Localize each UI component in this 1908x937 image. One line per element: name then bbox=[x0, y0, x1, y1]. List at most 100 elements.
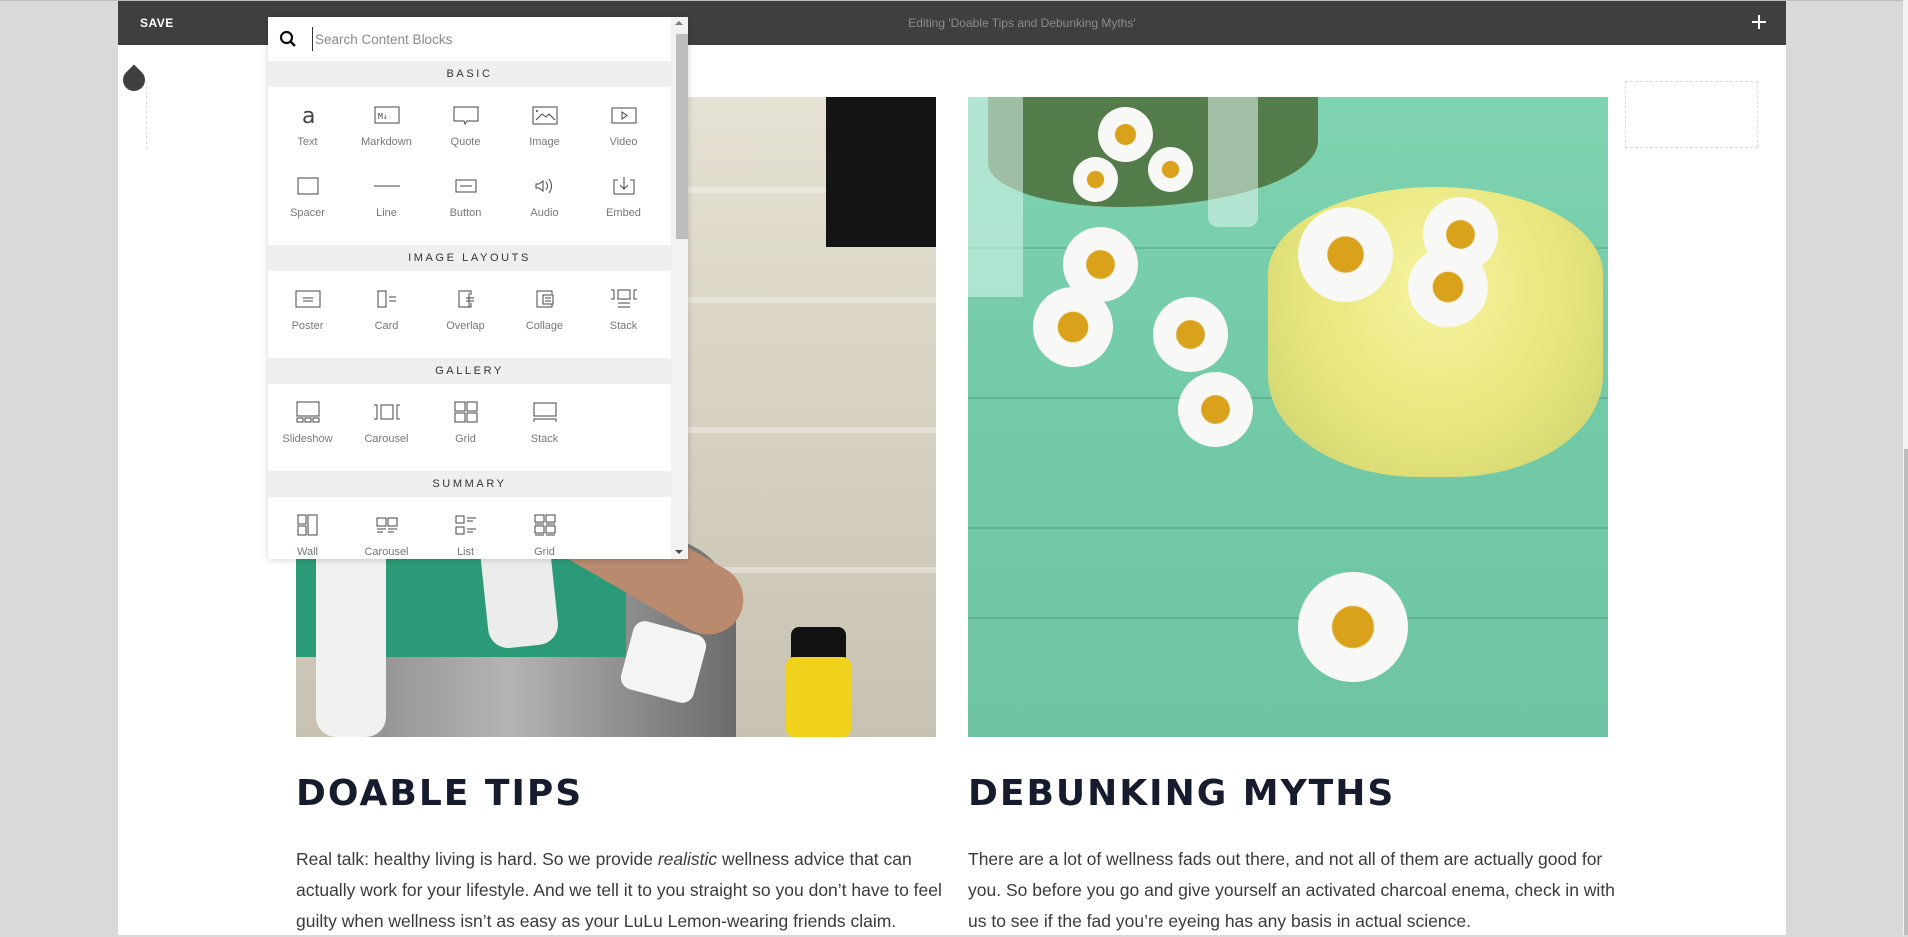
insert-point-handle[interactable] bbox=[118, 64, 150, 96]
spacer-icon bbox=[297, 177, 318, 195]
block-list: BASIC a Text M↓ Markdown Quote Image Vid… bbox=[268, 61, 671, 559]
body-emphasis: realistic bbox=[657, 849, 718, 869]
section-header-summary: SUMMARY bbox=[268, 471, 671, 497]
section-basic: a Text M↓ Markdown Quote Image Video Spa… bbox=[268, 87, 671, 245]
block-label: Stack bbox=[530, 433, 559, 445]
picker-scrollbar[interactable] bbox=[671, 17, 688, 559]
summary-carousel-icon bbox=[376, 517, 397, 533]
photo-detail bbox=[1148, 147, 1193, 192]
section-header-basic: BASIC bbox=[268, 61, 671, 87]
collage-icon bbox=[536, 290, 553, 308]
overlap-icon bbox=[458, 290, 474, 308]
block-text[interactable]: a Text bbox=[268, 93, 347, 164]
scroll-up-arrow-icon[interactable] bbox=[675, 21, 683, 25]
photo-detail bbox=[1178, 372, 1253, 447]
block-label: Image bbox=[529, 136, 560, 148]
block-label: Line bbox=[376, 207, 397, 219]
block-label: Text bbox=[297, 136, 318, 148]
summary-grid-icon bbox=[534, 514, 555, 536]
block-search-input[interactable] bbox=[312, 27, 652, 51]
block-collage[interactable]: Collage bbox=[505, 277, 584, 348]
photo-detail bbox=[1298, 207, 1393, 302]
svg-text:M↓: M↓ bbox=[378, 112, 388, 121]
block-label: Slideshow bbox=[282, 433, 333, 445]
photo-detail bbox=[1098, 107, 1153, 162]
photo-detail bbox=[968, 527, 1608, 529]
block-quote[interactable]: Quote bbox=[426, 93, 505, 164]
block-image[interactable]: Image bbox=[505, 93, 584, 164]
plus-icon bbox=[1752, 15, 1766, 29]
block-summary-carousel[interactable]: Carousel bbox=[347, 503, 426, 559]
add-section-button[interactable] bbox=[1746, 9, 1772, 35]
page-scrollbar[interactable] bbox=[1903, 0, 1908, 935]
block-carousel[interactable]: Carousel bbox=[347, 390, 426, 461]
block-slideshow[interactable]: Slideshow bbox=[268, 390, 347, 461]
page-frame: SAVE Editing 'Doable Tips and Debunking … bbox=[118, 1, 1786, 935]
section-gallery: Slideshow Carousel Grid Stack bbox=[268, 384, 671, 471]
photo-detail bbox=[826, 97, 936, 247]
section-header-gallery: GALLERY bbox=[268, 358, 671, 384]
picker-scroll-thumb[interactable] bbox=[676, 34, 688, 239]
line-icon bbox=[373, 185, 400, 187]
grid-icon bbox=[454, 401, 477, 423]
block-label: Stack bbox=[609, 320, 638, 332]
block-list[interactable]: List bbox=[426, 503, 505, 559]
block-label: Grid bbox=[534, 546, 555, 558]
button-icon bbox=[455, 179, 476, 193]
block-summary-grid[interactable]: Grid bbox=[505, 503, 584, 559]
block-line[interactable]: Line bbox=[347, 164, 426, 235]
poster-icon bbox=[295, 290, 320, 308]
block-label: Quote bbox=[450, 136, 481, 148]
insert-guide-line bbox=[146, 81, 147, 149]
block-label: Card bbox=[374, 320, 399, 332]
audio-icon bbox=[535, 178, 552, 194]
block-card[interactable]: Card bbox=[347, 277, 426, 348]
photo-detail bbox=[988, 97, 1318, 207]
block-markdown[interactable]: M↓ Markdown bbox=[347, 93, 426, 164]
block-poster[interactable]: Poster bbox=[268, 277, 347, 348]
section-summary: Wall Carousel List Grid bbox=[268, 497, 671, 559]
photo-detail bbox=[1208, 97, 1258, 227]
content-block-picker: BASIC a Text M↓ Markdown Quote Image bbox=[268, 17, 688, 559]
photo-detail bbox=[1033, 287, 1113, 367]
photo-detail bbox=[968, 617, 1608, 619]
block-button[interactable]: Button bbox=[426, 164, 505, 235]
block-embed[interactable]: Embed bbox=[584, 164, 663, 235]
quote-icon bbox=[453, 106, 478, 126]
block-label: Spacer bbox=[290, 207, 325, 219]
block-label: Video bbox=[609, 136, 638, 148]
card-image[interactable] bbox=[968, 97, 1608, 737]
image-icon bbox=[532, 106, 557, 125]
card-icon bbox=[377, 290, 396, 308]
page-scroll-thumb[interactable] bbox=[1904, 449, 1908, 935]
markdown-icon: M↓ bbox=[374, 106, 399, 124]
photo-detail bbox=[1408, 247, 1488, 327]
block-label: Overlap bbox=[446, 320, 485, 332]
stack-gallery-icon bbox=[533, 402, 556, 422]
block-label: Audio bbox=[530, 207, 559, 219]
block-stack-gallery[interactable]: Stack bbox=[505, 390, 584, 461]
block-label: Wall bbox=[297, 546, 318, 558]
search-icon bbox=[279, 30, 296, 47]
block-overlap[interactable]: Overlap bbox=[426, 277, 505, 348]
svg-text:a: a bbox=[302, 104, 315, 127]
block-grid[interactable]: Grid bbox=[426, 390, 505, 461]
block-spacer[interactable]: Spacer bbox=[268, 164, 347, 235]
block-label: Carousel bbox=[364, 433, 409, 445]
block-audio[interactable]: Audio bbox=[505, 164, 584, 235]
card-heading: DEBUNKING MYTHS bbox=[968, 773, 1396, 814]
block-stack-layout[interactable]: Stack bbox=[584, 277, 663, 348]
block-video[interactable]: Video bbox=[584, 93, 663, 164]
block-label: Markdown bbox=[361, 136, 412, 148]
photo-detail bbox=[1298, 572, 1408, 682]
video-icon bbox=[611, 107, 636, 124]
block-label: Embed bbox=[606, 207, 641, 219]
block-label: Grid bbox=[455, 433, 476, 445]
block-label: Poster bbox=[291, 320, 324, 332]
block-wall[interactable]: Wall bbox=[268, 503, 347, 559]
section-image-layouts: Poster Card Overlap Collage Stack bbox=[268, 271, 671, 358]
wall-icon bbox=[297, 514, 317, 536]
empty-block-slot[interactable] bbox=[1625, 81, 1758, 148]
card-heading: DOABLE TIPS bbox=[296, 773, 584, 814]
scroll-down-arrow-icon[interactable] bbox=[675, 550, 683, 554]
